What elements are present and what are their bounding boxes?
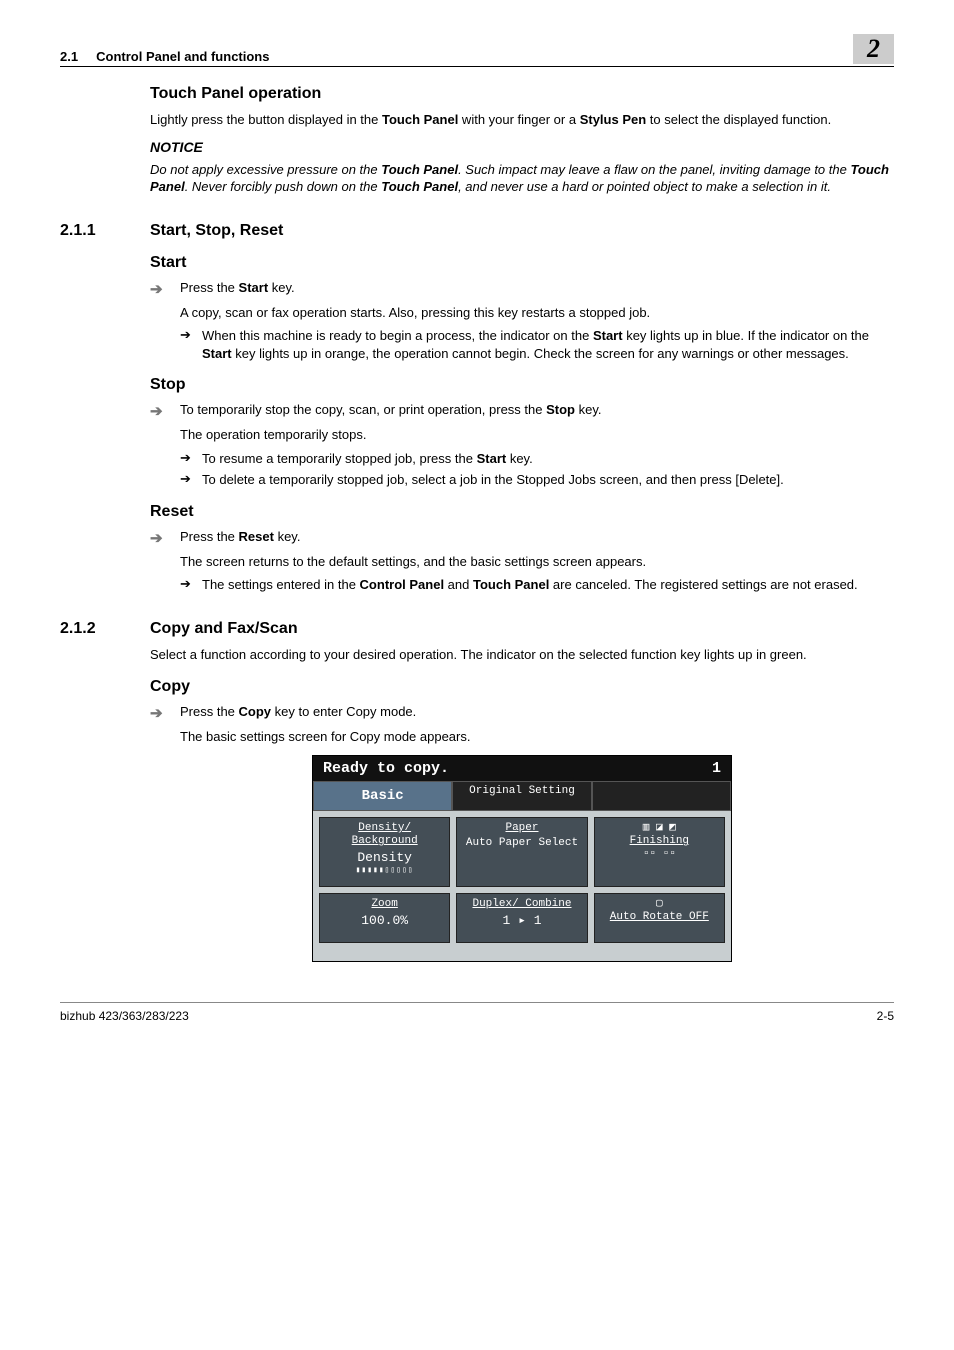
step-arrow-icon: ➔ xyxy=(150,402,180,420)
page-footer: bizhub 423/363/283/223 2-5 xyxy=(60,1002,894,1023)
section-title-211: Start, Stop, Reset xyxy=(150,222,283,240)
panel-zoom-button[interactable]: Zoom 100.0% xyxy=(319,893,450,943)
panel-copy-count: 1 xyxy=(712,760,721,777)
step-arrow-icon: ➔ xyxy=(150,704,180,722)
start-desc: A copy, scan or fax operation starts. Al… xyxy=(180,304,894,322)
panel-autorotate-button[interactable]: ▢ Auto Rotate OFF xyxy=(594,893,725,943)
header-section-ref: 2.1 xyxy=(60,49,78,64)
copy-step1: Press the Copy key to enter Copy mode. xyxy=(180,704,894,719)
stop-bullet2: To delete a temporarily stopped job, sel… xyxy=(202,471,894,489)
heading-touch-panel-operation: Touch Panel operation xyxy=(150,85,894,103)
autorotate-icon: ▢ xyxy=(597,898,722,911)
stop-step1: To temporarily stop the copy, scan, or p… xyxy=(180,402,894,417)
panel-paper-button[interactable]: Paper Auto Paper Select xyxy=(456,817,587,887)
header-section-title: Control Panel and functions xyxy=(96,49,269,64)
tab-blank xyxy=(592,781,731,811)
step-arrow-icon: ➔ xyxy=(150,529,180,547)
tab-original-setting[interactable]: Original Setting xyxy=(452,781,591,811)
finishing-icon: ▥ ◪ ◩ xyxy=(597,822,722,835)
heading-start: Start xyxy=(150,254,894,272)
heading-copy: Copy xyxy=(150,678,894,696)
panel-duplex-button[interactable]: Duplex/ Combine 1 ▸ 1 xyxy=(456,893,587,943)
density-scale-icon: ▮▮▮▮▮▯▯▯▯▯ xyxy=(322,866,447,876)
notice-label: NOTICE xyxy=(150,139,894,155)
finishing-subicon: ▫▫ ▫▫ xyxy=(597,848,722,861)
start-step1: Press the Start key. xyxy=(180,280,894,295)
section-title-212: Copy and Fax/Scan xyxy=(150,620,298,638)
stop-desc: The operation temporarily stops. xyxy=(180,426,894,444)
stop-bullet1: To resume a temporarily stopped job, pre… xyxy=(202,450,894,468)
heading-stop: Stop xyxy=(150,376,894,394)
footer-model: bizhub 423/363/283/223 xyxy=(60,1009,189,1023)
copy-desc: The basic settings screen for Copy mode … xyxy=(180,728,894,746)
panel-finishing-button[interactable]: ▥ ◪ ◩ Finishing ▫▫ ▫▫ xyxy=(594,817,725,887)
touch-panel-screenshot: Ready to copy. 1 Basic Original Setting … xyxy=(312,755,732,962)
running-header: 2.1 Control Panel and functions 2 xyxy=(60,34,894,67)
notice-text: Do not apply excessive pressure on the T… xyxy=(150,161,894,196)
panel-status-text: Ready to copy. xyxy=(323,760,449,777)
start-bullet1: When this machine is ready to begin a pr… xyxy=(202,327,894,362)
bullet-arrow-icon: ➔ xyxy=(180,471,202,487)
reset-bullet1: The settings entered in the Control Pane… xyxy=(202,576,894,594)
bullet-arrow-icon: ➔ xyxy=(180,327,202,343)
bullet-arrow-icon: ➔ xyxy=(180,450,202,466)
tab-basic[interactable]: Basic xyxy=(313,781,452,811)
reset-desc: The screen returns to the default settin… xyxy=(180,553,894,571)
reset-step1: Press the Reset key. xyxy=(180,529,894,544)
bullet-arrow-icon: ➔ xyxy=(180,576,202,592)
heading-reset: Reset xyxy=(150,503,894,521)
panel-density-button[interactable]: Density/ Background Density ▮▮▮▮▮▯▯▯▯▯ xyxy=(319,817,450,887)
step-arrow-icon: ➔ xyxy=(150,280,180,298)
sec212-intro: Select a function according to your desi… xyxy=(150,646,894,664)
touch-panel-intro: Lightly press the button displayed in th… xyxy=(150,111,894,129)
section-number-212: 2.1.2 xyxy=(60,620,150,638)
section-number-211: 2.1.1 xyxy=(60,222,150,240)
footer-page: 2-5 xyxy=(877,1009,894,1023)
chapter-number-badge: 2 xyxy=(853,34,894,64)
